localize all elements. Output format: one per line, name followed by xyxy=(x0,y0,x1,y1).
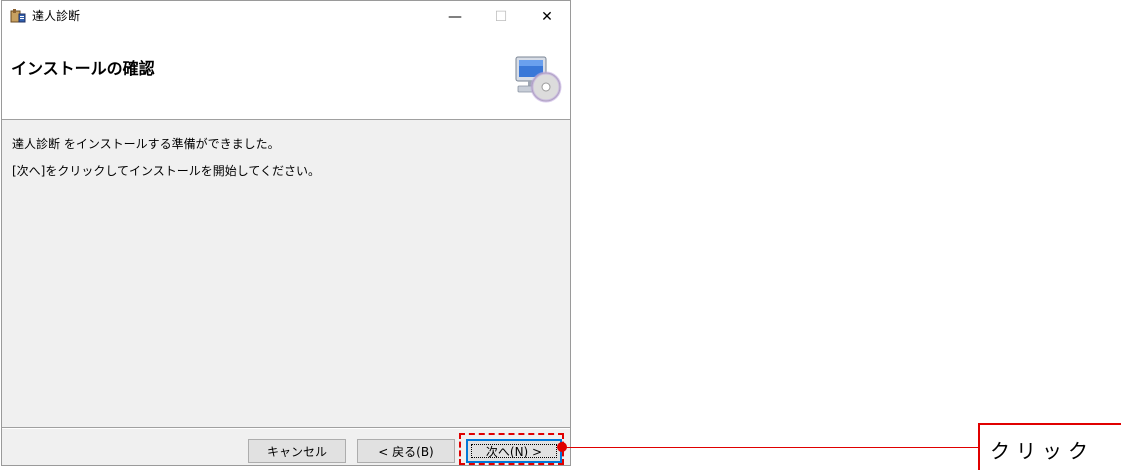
footer-divider xyxy=(2,427,570,429)
back-button[interactable]: < 戻る(B) xyxy=(357,439,455,463)
callout-anchor-dot xyxy=(557,442,567,452)
minimize-icon: — xyxy=(448,9,462,25)
window-title: 達人診断 xyxy=(32,9,81,23)
maximize-icon: ☐ xyxy=(494,9,508,25)
installer-window: 達人診断 — ☐ ✕ インストールの確認 達人診断 をインストールする準備ができ… xyxy=(1,0,571,466)
close-button[interactable]: ✕ xyxy=(524,1,570,33)
maximize-button[interactable]: ☐ xyxy=(478,1,524,33)
computer-cd-icon xyxy=(515,56,562,103)
title-bar[interactable]: 達人診断 — ☐ ✕ xyxy=(2,1,570,33)
cancel-button[interactable]: キャンセル xyxy=(248,439,346,463)
ready-message: 達人診断 をインストールする準備ができました。 xyxy=(12,137,280,151)
minimize-button[interactable]: — xyxy=(432,1,478,33)
instruction-message: [次へ]をクリックしてインストールを開始してください。 xyxy=(12,164,321,178)
callout-box: クリック xyxy=(978,423,1121,470)
next-button-highlight xyxy=(459,433,564,465)
installer-app-icon xyxy=(10,9,26,23)
close-icon: ✕ xyxy=(541,9,553,25)
callout-label: クリック xyxy=(990,439,1094,463)
callout-leader-line xyxy=(563,447,978,448)
wizard-header: インストールの確認 xyxy=(2,33,570,120)
page-title: インストールの確認 xyxy=(11,59,155,78)
